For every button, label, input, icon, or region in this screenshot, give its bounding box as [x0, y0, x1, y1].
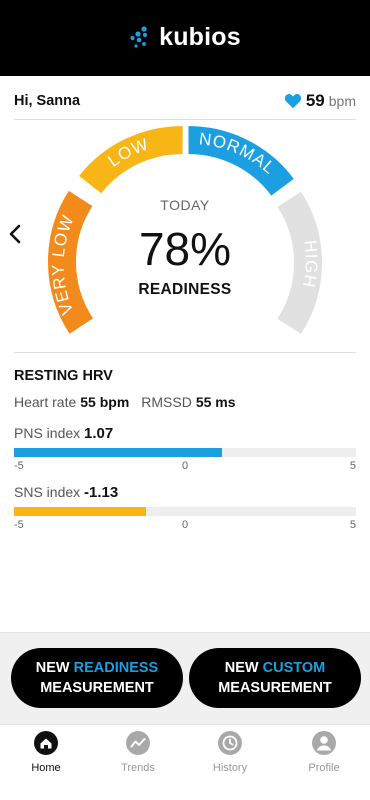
divider	[14, 352, 356, 353]
button-line-1: NEW CUSTOM	[225, 658, 325, 678]
rmssd-value: 55 ms	[195, 394, 236, 410]
scale-min: -5	[14, 519, 24, 531]
tab-trends[interactable]: Trends	[92, 729, 184, 779]
button-text: NEW	[224, 660, 263, 676]
pns-index-fill	[14, 448, 222, 457]
pns-index-label: PNS index	[14, 425, 81, 441]
heart-icon	[284, 94, 301, 109]
tab-label: Profile	[308, 762, 340, 774]
heart-rate-label: Heart rate	[14, 394, 77, 410]
app-header: kubios	[0, 0, 370, 76]
pns-index-value: 1.07	[84, 425, 114, 442]
profile-icon	[312, 731, 336, 755]
new-custom-measurement-button[interactable]: NEW CUSTOM MEASUREMENT	[189, 648, 361, 708]
sns-index-value: -1.13	[84, 484, 119, 501]
tab-profile[interactable]: Profile	[278, 729, 370, 779]
heart-rate-metric-value: 55 bpm	[80, 394, 130, 410]
sns-index-row: SNS index -1.13	[14, 484, 118, 501]
heart-rate-metric: Heart rate 55 bpm	[14, 394, 129, 410]
tab-home[interactable]: Home	[0, 729, 92, 779]
action-area: NEW READINESS MEASUREMENT NEW CUSTOM MEA…	[0, 632, 370, 724]
pns-index-row: PNS index 1.07	[14, 425, 113, 442]
scale-min: -5	[14, 460, 24, 472]
button-line-2: MEASUREMENT	[218, 680, 332, 696]
readiness-gauge: VERY LOW LOW NORMAL HIGH TODAY 78% READI…	[0, 120, 370, 350]
button-line-2: MEASUREMENT	[40, 680, 154, 696]
button-line-1: NEW READINESS	[36, 658, 158, 678]
brand-name: kubios	[159, 22, 241, 51]
scale-max: 5	[349, 519, 356, 531]
resting-hrv-title: RESTING HRV	[14, 368, 113, 384]
new-readiness-measurement-button[interactable]: NEW READINESS MEASUREMENT	[11, 648, 183, 708]
current-heart-rate: 59 bpm	[284, 91, 356, 111]
button-accent-text: READINESS	[73, 660, 159, 676]
greeting-text: Hi, Sanna	[14, 93, 81, 109]
trends-icon	[126, 731, 150, 755]
hrv-metrics: Heart rate 55 bpm RMSSD 55 ms	[14, 394, 236, 410]
kubios-logo-icon	[130, 26, 148, 48]
pns-scale: -5 0 5	[14, 460, 356, 474]
heart-rate-unit: bpm	[328, 93, 356, 109]
button-accent-text: CUSTOM	[262, 660, 326, 676]
today-label: TODAY	[160, 197, 210, 213]
tab-history[interactable]: History	[184, 729, 276, 779]
tab-label: Home	[31, 762, 61, 774]
pns-index-bar	[14, 448, 356, 457]
rmssd-metric: RMSSD 55 ms	[141, 394, 235, 410]
button-text: NEW	[35, 660, 74, 676]
sns-index-fill	[14, 507, 147, 516]
rmssd-label: RMSSD	[141, 394, 192, 410]
history-icon	[218, 731, 242, 755]
scale-max: 5	[349, 460, 356, 472]
tab-label: Trends	[121, 762, 155, 774]
scale-mid: 0	[182, 460, 189, 472]
readiness-label: READINESS	[138, 281, 232, 298]
scale-mid: 0	[182, 519, 189, 531]
sns-index-label: SNS index	[14, 484, 81, 500]
tab-label: History	[212, 762, 248, 774]
home-icon	[34, 731, 58, 755]
kubios-logo: kubios	[129, 23, 241, 52]
bottom-tab-bar: Home Trends History Profile	[0, 724, 370, 800]
sns-scale: -5 0 5	[14, 519, 356, 533]
heart-rate-value: 59	[305, 91, 325, 110]
sns-index-bar	[14, 507, 356, 516]
readiness-percent: 78%	[138, 223, 232, 275]
greeting-row: Hi, Sanna 59 bpm	[14, 86, 356, 116]
